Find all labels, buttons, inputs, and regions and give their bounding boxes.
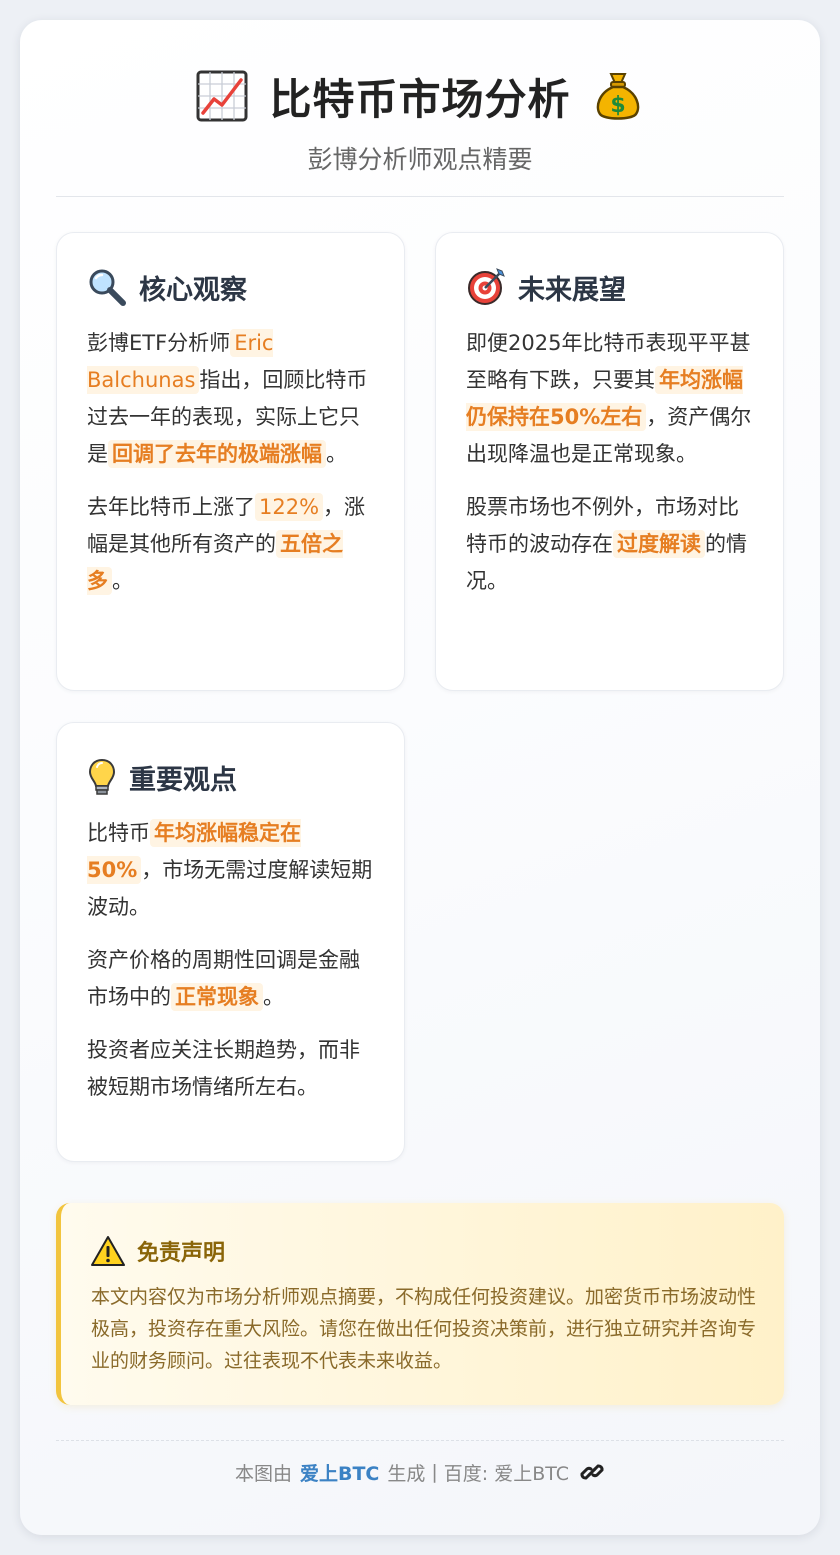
card-paragraph: 即便2025年比特币表现平平甚至略有下跌，只要其 年均涨幅仍保持在50%左右 ，资产… xyxy=(466,325,755,473)
text: 。 xyxy=(326,442,347,466)
card-header: 重要观点 xyxy=(87,757,376,797)
page-subtitle: 彭博分析师观点精要 xyxy=(307,145,533,174)
card-paragraph: 彭博ETF分析师 Eric Balchunas 指出，回顾比特币过去一年的表现，实际… xyxy=(87,325,376,473)
footer: 本图由 爱上BTC 生成 | 百度: 爱上BTC xyxy=(56,1440,784,1502)
disclaimer-header: 免责声明 xyxy=(91,1233,756,1269)
text: 。 xyxy=(263,985,284,1009)
card-core-observation: 核心观察 彭博ETF分析师 Eric Balchunas 指出，回顾比特币过去一年的… xyxy=(56,232,405,691)
title-row: 比特币市场分析 $ xyxy=(56,64,784,128)
warning-icon xyxy=(91,1236,125,1266)
link-icon xyxy=(580,1464,604,1480)
highlight: 正常现象 xyxy=(171,983,263,1011)
page-title: 比特币市场分析 xyxy=(269,74,571,124)
page-card: 比特币市场分析 $ 彭博分析师观点精要 核心观察 彭博ETF分析师 Eric Ba… xyxy=(20,20,820,1535)
card-paragraph: 比特币 年均涨幅稳定在50% ，市场无需过度解读短期波动。 xyxy=(87,815,376,926)
card-paragraph: 资产价格的周期性回调是金融市场中的 正常现象。 xyxy=(87,942,376,1016)
card-paragraph: 股票市场也不例外，市场对比特币的波动存在 过度解读 的情况。 xyxy=(466,489,755,600)
lightbulb-icon xyxy=(88,758,116,795)
text: 比特币 xyxy=(87,821,150,845)
target-icon xyxy=(468,268,505,305)
card-header: 未来展望 xyxy=(466,267,755,307)
card-future-outlook: 未来展望 即便2025年比特币表现平平甚至略有下跌，只要其 年均涨幅仍保持在50%… xyxy=(435,232,784,691)
footer-prefix: 本图由 xyxy=(234,1462,292,1485)
money-bag-icon: $ xyxy=(596,73,639,120)
footer-separator: | xyxy=(431,1461,438,1483)
highlight: 过度解读 xyxy=(613,530,705,558)
card-paragraph: 投资者应关注长期趋势，而非被短期市场情绪所左右。 xyxy=(87,1032,376,1106)
text: 去年比特币上涨了 xyxy=(87,495,255,519)
disclaimer-box: 免责声明 本文内容仅为市场分析师观点摘要，不构成任何投资建议。加密货币市场波动性… xyxy=(56,1203,784,1405)
card-paragraph: 去年比特币上涨了 122% ，涨幅是其他所有资产的 五倍之多。 xyxy=(87,489,376,600)
card-key-points: 重要观点 比特币 年均涨幅稳定在50% ，市场无需过度解读短期波动。 资产价格的周期… xyxy=(56,722,405,1162)
disclaimer-title: 免责声明 xyxy=(137,1241,226,1266)
card-title: 未来展望 xyxy=(518,274,626,306)
card-title: 核心观察 xyxy=(139,274,247,306)
card-header: 核心观察 xyxy=(87,267,376,307)
header: 比特币市场分析 $ 彭博分析师观点精要 xyxy=(56,20,784,197)
disclaimer-text: 本文内容仅为市场分析师观点摘要，不构成任何投资建议。加密货币市场波动性极高，投资… xyxy=(91,1286,757,1372)
magnifier-icon xyxy=(89,269,126,306)
footer-brand-link[interactable]: 爱上BTC xyxy=(300,1459,379,1486)
chart-increasing-icon xyxy=(196,70,248,122)
text: 。 xyxy=(112,569,133,593)
text: 彭博ETF分析师 xyxy=(87,331,231,355)
highlight: 122% xyxy=(255,493,324,521)
svg-text:$: $ xyxy=(610,93,625,118)
card-title: 重要观点 xyxy=(129,764,237,796)
footer-suffix: 生成 xyxy=(387,1462,426,1485)
footer-baidu: 百度: 爱上BTC xyxy=(443,1462,570,1485)
text: 投资者应关注长期趋势，而非被短期市场情绪所左右。 xyxy=(87,1038,360,1099)
highlight: 回调了去年的极端涨幅 xyxy=(108,440,326,468)
